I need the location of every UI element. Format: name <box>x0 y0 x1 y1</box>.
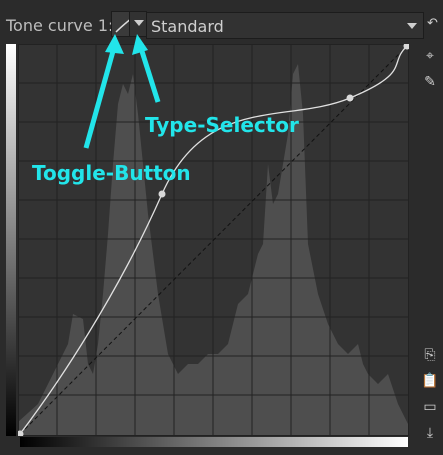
curve-point <box>158 190 166 198</box>
paste-icon[interactable]: 📋 <box>419 371 441 391</box>
curve-toolbar: Tone curve 1: Standard ↶ <box>0 0 443 40</box>
curve-type-value: Standard <box>151 17 224 36</box>
curve-type-dropdown[interactable]: Standard <box>146 12 424 39</box>
type-selector-arrow-button[interactable] <box>129 11 147 37</box>
reset-icon[interactable]: ↶ <box>427 16 438 31</box>
type-selector-annotation: Type-Selector <box>145 113 299 137</box>
toggle-button-annotation: Toggle-Button <box>32 161 191 185</box>
curve-editor-area[interactable] <box>16 42 411 438</box>
tone-curve-label: Tone curve 1: <box>6 16 114 35</box>
pencil-icon[interactable]: ✎ <box>419 72 441 92</box>
vertical-gradient-bar <box>6 44 16 436</box>
edit-points-icon[interactable]: ⌖ <box>419 46 441 66</box>
save-icon[interactable]: ⤓ <box>419 423 441 443</box>
chevron-down-icon <box>134 20 144 26</box>
horizontal-gradient-bar <box>20 437 408 447</box>
copy-icon[interactable]: ⎘ <box>419 345 441 365</box>
chevron-down-icon <box>407 23 417 29</box>
curve-editor-svg <box>16 42 411 438</box>
folder-open-icon[interactable]: ▭ <box>419 397 441 417</box>
curve-point <box>346 94 354 102</box>
